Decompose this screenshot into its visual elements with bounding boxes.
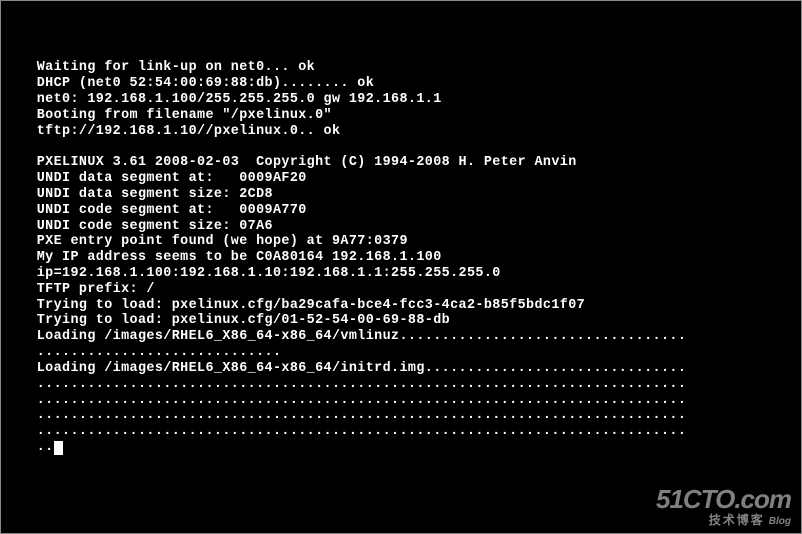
cursor-icon [54,441,63,455]
console-line: ip=192.168.1.100:192.168.1.10:192.168.1.… [3,266,501,281]
console-line: tftp://192.168.1.10//pxelinux.0.. ok [3,124,340,139]
watermark-brand: 51CTO.com [656,486,791,512]
console-line: ........................................… [3,393,686,408]
console-line: UNDI code segment size: 07A6 [3,219,273,234]
console-line: My IP address seems to be C0A80164 192.1… [3,250,442,265]
console-line: ............................. [3,345,281,360]
console-line: Loading /images/RHEL6_X86_64-x86_64/vmli… [3,329,686,344]
console-line: Trying to load: pxelinux.cfg/01-52-54-00… [3,313,450,328]
console-line: Loading /images/RHEL6_X86_64-x86_64/init… [3,361,686,376]
console-line: UNDI data segment size: 2CD8 [3,187,273,202]
console-line: ........................................… [3,408,686,423]
console-line: ........................................… [3,424,686,439]
console-line: PXELINUX 3.61 2008-02-03 Copyright (C) 1… [3,155,577,170]
console-line: Trying to load: pxelinux.cfg/ba29cafa-bc… [3,298,585,313]
console-line: UNDI data segment at: 0009AF20 [3,171,307,186]
watermark: 51CTO.com 技术博客Blog [656,486,791,527]
console-line: Booting from filename "/pxelinux.0" [3,108,332,123]
console-line: Waiting for link-up on net0... ok [3,60,315,75]
console-line: UNDI code segment at: 0009A770 [3,203,307,218]
console-line: PXE entry point found (we hope) at 9A77:… [3,234,408,249]
console-line: DHCP (net0 52:54:00:69:88:db)........ ok [3,76,374,91]
console-line: TFTP prefix: / [3,282,155,297]
console-line: net0: 192.168.1.100/255.255.255.0 gw 192… [3,92,442,107]
watermark-sub: 技术博客Blog [656,514,791,527]
terminal-output: Waiting for link-up on net0... ok DHCP (… [1,1,801,462]
console-line: .. [3,440,54,455]
console-line: ........................................… [3,377,686,392]
